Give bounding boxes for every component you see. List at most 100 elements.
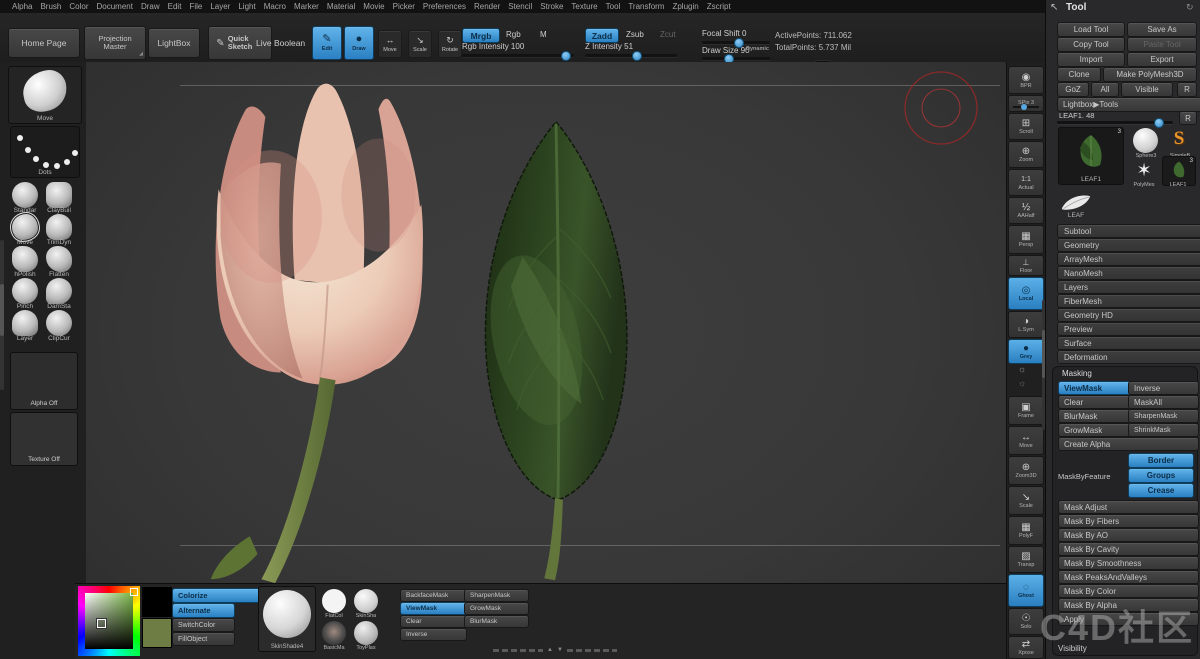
draw-mode-button[interactable]: ● Draw: [344, 26, 374, 60]
masking-section-title[interactable]: Masking: [1062, 369, 1092, 378]
brush-hpolish[interactable]: hPolish: [10, 246, 40, 276]
menu-texture[interactable]: Texture: [571, 2, 597, 11]
section-layers[interactable]: Layers: [1057, 280, 1200, 294]
current-material-thumbnail[interactable]: SkinShade4: [258, 586, 316, 652]
zsub-button[interactable]: Zsub: [626, 30, 644, 39]
import-button[interactable]: Import: [1057, 52, 1125, 67]
texture-selector[interactable]: Texture Off: [10, 412, 78, 466]
menu-zplugin[interactable]: Zplugin: [672, 2, 698, 11]
scroll-button[interactable]: ⊞Scroll: [1008, 113, 1044, 140]
menu-color[interactable]: Color: [69, 2, 88, 11]
menu-render[interactable]: Render: [474, 2, 500, 11]
viewport-canvas[interactable]: [86, 62, 1006, 659]
section-preview[interactable]: Preview: [1057, 322, 1200, 336]
maskall-button[interactable]: MaskAll: [1128, 395, 1199, 409]
mask-by-fibers-button[interactable]: Mask By Fibers: [1058, 514, 1199, 528]
mask-peaksandvalleys-button[interactable]: Mask PeaksAndValleys: [1058, 570, 1199, 584]
goz-all-button[interactable]: All: [1091, 82, 1119, 97]
edit-mode-button[interactable]: ✎ Edit: [312, 26, 342, 60]
move-mode-button[interactable]: ↔ Move: [378, 30, 402, 58]
live-boolean-button[interactable]: Live Boolean: [256, 38, 305, 48]
lightbox-tools-button[interactable]: Lightbox▶Tools: [1057, 97, 1200, 112]
solo-button[interactable]: ☉Solo: [1008, 608, 1044, 635]
brush-layer[interactable]: Layer: [10, 310, 40, 340]
transp-button[interactable]: ▨Transp: [1008, 546, 1044, 573]
light-up-icon[interactable]: ☼: [1018, 364, 1026, 374]
color-picker[interactable]: [78, 586, 140, 656]
goz-visible-button[interactable]: Visible: [1121, 82, 1173, 97]
make-polymesh3d-button[interactable]: Make PolyMesh3D: [1103, 67, 1197, 82]
left-tray-scrollbar[interactable]: [0, 240, 4, 390]
recent-tool-simplebrush[interactable]: S: [1166, 126, 1192, 152]
mask-by-ao-button[interactable]: Mask By AO: [1058, 528, 1199, 542]
export-button[interactable]: Export: [1127, 52, 1197, 67]
secondary-color-swatch[interactable]: [142, 618, 172, 648]
tray-viewmask-button[interactable]: ViewMask: [400, 602, 467, 615]
section-surface[interactable]: Surface: [1057, 336, 1200, 350]
floor-button[interactable]: ⊥Floor: [1008, 255, 1044, 276]
menu-draw[interactable]: Draw: [141, 2, 160, 11]
menu-material[interactable]: Material: [327, 2, 355, 11]
lightbox-button[interactable]: LightBox: [148, 28, 200, 58]
brush-standard[interactable]: Standar: [10, 182, 40, 212]
scale3d-button[interactable]: ↘Scale: [1008, 486, 1044, 515]
section-subtool[interactable]: Subtool: [1057, 224, 1200, 238]
recent-tool-polymesh[interactable]: ✶: [1131, 158, 1157, 182]
tray-inverse-button[interactable]: Inverse: [400, 628, 467, 641]
load-tool-button[interactable]: Load Tool: [1057, 22, 1125, 37]
maskbyfeature-crease-button[interactable]: Crease: [1128, 483, 1194, 498]
brush-flatten[interactable]: Flatten: [44, 246, 74, 276]
material-toyplastic[interactable]: [354, 621, 378, 645]
viewmask-button[interactable]: ViewMask: [1058, 381, 1131, 395]
brush-claybuildup[interactable]: ClayBuil: [44, 182, 74, 212]
color-picker-cursor[interactable]: [97, 619, 106, 628]
section-nanomesh[interactable]: NanoMesh: [1057, 266, 1200, 280]
clone-button[interactable]: Clone: [1057, 67, 1101, 82]
rgb-button[interactable]: Rgb: [506, 30, 521, 39]
spix-slider[interactable]: SPix 3: [1008, 95, 1044, 112]
light-down-icon[interactable]: ☼: [1018, 378, 1026, 388]
menu-preferences[interactable]: Preferences: [423, 2, 466, 11]
inverse-button[interactable]: Inverse: [1128, 381, 1199, 395]
move3d-button[interactable]: ↔Move: [1008, 426, 1044, 455]
m-button[interactable]: M: [540, 30, 547, 39]
goz-r-button[interactable]: R: [1177, 82, 1197, 97]
section-fibermesh[interactable]: FiberMesh: [1057, 294, 1200, 308]
zoom3d-button[interactable]: ⊕Zoom3D: [1008, 456, 1044, 485]
colorize-button[interactable]: Colorize: [172, 588, 263, 603]
zadd-button[interactable]: Zadd: [585, 28, 619, 43]
panel-menu-icon[interactable]: ↻: [1186, 2, 1194, 13]
mask-adjust-button[interactable]: Mask Adjust: [1058, 500, 1199, 514]
focal-shift-slider[interactable]: [702, 41, 770, 44]
lsym-button[interactable]: ◑L.Sym: [1008, 311, 1044, 338]
main-color-swatch[interactable]: [142, 587, 172, 617]
bpr-button[interactable]: ◉BPR: [1008, 66, 1044, 94]
menu-brush[interactable]: Brush: [40, 2, 61, 11]
dynamic-toggle[interactable]: Dynamic: [746, 46, 769, 52]
brush-damstandard[interactable]: DamSta: [44, 278, 74, 308]
blurmask-button[interactable]: BlurMask: [1058, 409, 1131, 423]
persp-button[interactable]: ▦Persp: [1008, 225, 1044, 254]
home-page-button[interactable]: Home Page: [8, 28, 80, 58]
brush-pinch[interactable]: Pinch: [10, 278, 40, 308]
tray-sharpenmask-button[interactable]: SharpenMask: [464, 589, 529, 602]
section-arraymesh[interactable]: ArrayMesh: [1057, 252, 1200, 266]
menu-transform[interactable]: Transform: [628, 2, 664, 11]
scale-mode-button[interactable]: ↘ Scale: [408, 30, 432, 58]
section-geometry[interactable]: Geometry: [1057, 238, 1200, 252]
zoom-button[interactable]: ⊕Zoom: [1008, 141, 1044, 168]
rotate-mode-button[interactable]: ↻ Rotate: [438, 30, 462, 58]
menu-macro[interactable]: Macro: [264, 2, 286, 11]
tool-slider-r-button[interactable]: R: [1179, 111, 1197, 125]
mrgb-button[interactable]: Mrgb: [462, 28, 500, 43]
menu-stroke[interactable]: Stroke: [540, 2, 563, 11]
section-deformation[interactable]: Deformation: [1057, 350, 1200, 364]
projection-master-button[interactable]: Projection Master ◢: [84, 26, 146, 60]
backfacemask-button[interactable]: BackfaceMask: [400, 589, 467, 602]
color-picker-sv-square[interactable]: [85, 593, 133, 649]
draw-size-slider[interactable]: [702, 57, 770, 60]
menu-tool[interactable]: Tool: [606, 2, 621, 11]
current-stroke-thumbnail[interactable]: Dots: [10, 126, 80, 178]
recent-tool-sphere3d[interactable]: [1133, 128, 1158, 153]
clear-button[interactable]: Clear: [1058, 395, 1131, 409]
